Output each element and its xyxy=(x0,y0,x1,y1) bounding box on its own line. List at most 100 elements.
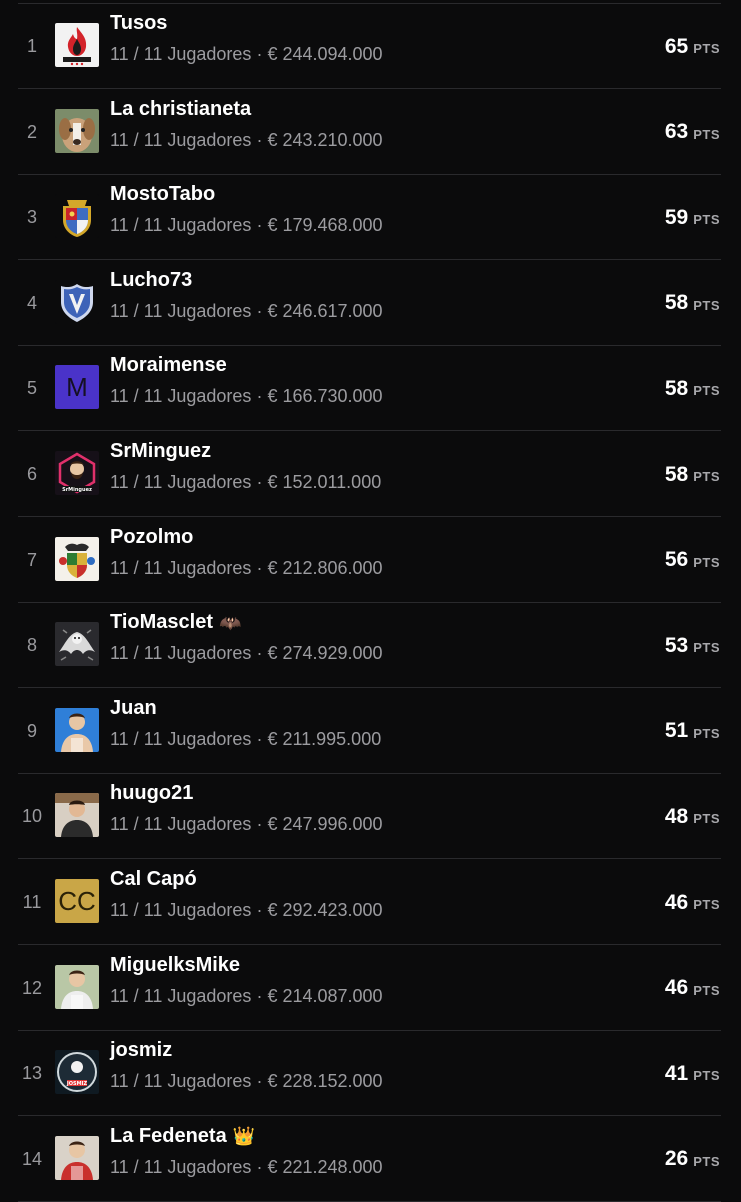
points-value: 59 xyxy=(664,205,689,229)
separator-dot: · xyxy=(251,1071,268,1092)
standings-row[interactable]: 12 MiguelksMike 11 / 11 Jugadores · € 21… xyxy=(0,946,741,1031)
svg-text:JOSMIZ: JOSMIZ xyxy=(66,1081,88,1087)
team-name-text: MiguelksMike xyxy=(110,953,241,976)
standings-row[interactable]: 13 JOSMIZ josmiz 11 / 11 Jugadores · € 2… xyxy=(0,1031,741,1117)
team-name[interactable]: La Fedeneta 👑 xyxy=(110,1125,255,1148)
team-name-text: MostoTabo xyxy=(110,183,216,206)
team-avatar: M xyxy=(55,365,99,410)
rank-number: 8 xyxy=(26,635,37,656)
team-name[interactable]: La christianeta xyxy=(110,98,251,121)
separator-dot: · xyxy=(251,300,268,321)
team-meta: 11 / 11 Jugadores · € 221.248.000 xyxy=(110,1157,383,1178)
standings-row[interactable]: 10 huugo21 11 / 11 Jugadores · € 247.996… xyxy=(0,774,741,860)
standings-row[interactable]: 14 La Fedeneta 👑 11 / 11 Jugadores · € 2… xyxy=(0,1117,741,1202)
standings-row[interactable]: 8 TioMasclet 🦇 11 / 11 Jugadores · € 274… xyxy=(0,603,741,689)
players-count: 11 / 11 Jugadores xyxy=(110,985,252,1006)
team-name[interactable]: huugo21 xyxy=(110,782,193,805)
team-avatar xyxy=(55,793,99,838)
players-count: 11 / 11 Jugadores xyxy=(110,386,252,407)
team-value: € 274.929.000 xyxy=(267,643,383,664)
team-name[interactable]: josmiz xyxy=(110,1039,172,1062)
neon-portrait-icon: SrMinguez xyxy=(55,451,99,495)
separator-dot: · xyxy=(251,900,268,920)
standings-row[interactable]: 1 Tusos 11 / 11 Jugadores · € 244.094.00… xyxy=(0,3,741,89)
team-points: 48 PTS xyxy=(665,774,720,859)
team-meta: 11 / 11 Jugadores · € 212.806.000 xyxy=(110,558,383,579)
team-name[interactable]: Pozolmo xyxy=(110,526,193,549)
team-name[interactable]: Moraimense xyxy=(110,354,227,377)
team-points: 46 PTS xyxy=(665,946,720,1031)
team-meta: 11 / 11 Jugadores · € 274.929.000 xyxy=(110,643,383,664)
flame-crest-icon xyxy=(55,23,99,67)
standings-row[interactable]: 11 CC Cal Capó 11 / 11 Jugadores · € 292… xyxy=(0,860,741,945)
svg-text:SrMinguez: SrMinguez xyxy=(62,487,92,493)
points-value: 26 xyxy=(664,1147,689,1171)
standings-row[interactable]: 5 M Moraimense 11 / 11 Jugadores · € 166… xyxy=(0,346,741,432)
team-name[interactable]: Juan xyxy=(110,697,157,720)
points-unit: PTS xyxy=(693,126,720,142)
club-badge-icon: JOSMIZ xyxy=(55,1050,99,1095)
separator-dot: · xyxy=(251,557,268,578)
team-name[interactable]: MostoTabo xyxy=(110,183,215,206)
team-name-text: Pozolmo xyxy=(110,525,194,548)
team-name[interactable]: SrMinguez xyxy=(110,440,211,463)
team-name[interactable]: TioMasclet 🦇 xyxy=(110,611,241,634)
team-meta: 11 / 11 Jugadores · € 214.087.000 xyxy=(110,986,383,1007)
team-avatar xyxy=(55,964,99,1009)
points-unit: PTS xyxy=(693,297,720,313)
standings-row[interactable]: 9 Juan 11 / 11 Jugadores · € 211.995.000… xyxy=(0,689,741,774)
team-points: 51 PTS xyxy=(665,689,720,774)
standings-row[interactable]: 4 Lucho73 11 / 11 Jugadores · € 246.617.… xyxy=(0,261,741,346)
team-meta: 11 / 11 Jugadores · € 228.152.000 xyxy=(110,1071,383,1092)
team-badge-icon: 👑 xyxy=(232,1126,256,1147)
team-points: 58 PTS xyxy=(665,346,720,431)
rank-number: 13 xyxy=(21,1063,43,1084)
team-points: 56 PTS xyxy=(665,518,720,603)
points-value: 63 xyxy=(664,120,689,144)
team-meta: 11 / 11 Jugadores · € 246.617.000 xyxy=(110,301,383,322)
dog-photo-icon xyxy=(55,108,99,153)
rank-number: 7 xyxy=(26,549,37,570)
standings-row[interactable]: 2 La christianeta 11 / 11 Jugadores · € … xyxy=(0,90,741,175)
person-photo-icon xyxy=(55,793,99,838)
separator-dot: · xyxy=(251,728,268,749)
points-unit: PTS xyxy=(693,41,720,56)
players-count: 11 / 11 Jugadores xyxy=(110,814,252,835)
standings-row[interactable]: 7 Pozolmo 11 / 11 Jugadores · € 212.806.… xyxy=(0,518,741,603)
team-avatar: CC xyxy=(55,879,99,923)
player-photo-icon xyxy=(55,707,99,752)
team-name-text: La Fedeneta xyxy=(110,1124,227,1147)
points-value: 46 xyxy=(664,890,689,914)
team-avatar: JOSMIZ xyxy=(55,1050,99,1095)
team-points: 59 PTS xyxy=(665,175,720,260)
points-value: 51 xyxy=(664,719,689,743)
team-name[interactable]: Tusos xyxy=(110,12,167,35)
team-avatar: SrMinguez xyxy=(55,451,99,495)
team-meta: 11 / 11 Jugadores · € 211.995.000 xyxy=(110,729,381,750)
team-name[interactable]: Lucho73 xyxy=(110,269,192,292)
rank-number: 14 xyxy=(21,1148,43,1169)
bat-emblem-icon xyxy=(55,622,99,667)
points-value: 58 xyxy=(664,376,689,400)
standings-list: 1 Tusos 11 / 11 Jugadores · € 244.094.00… xyxy=(0,0,741,1202)
players-count: 11 / 11 Jugadores xyxy=(110,1071,252,1092)
rank-number: 4 xyxy=(26,292,37,313)
standings-row[interactable]: 3 MostoTabo 11 / 11 Jugadores · € 179.46… xyxy=(0,175,741,261)
team-value: € 179.468.000 xyxy=(267,215,383,236)
team-name[interactable]: Cal Capó xyxy=(110,868,197,891)
team-name-text: SrMinguez xyxy=(110,440,212,462)
team-name[interactable]: MiguelksMike xyxy=(110,954,240,977)
team-name-text: La christianeta xyxy=(110,97,252,120)
rank-number: 11 xyxy=(22,892,42,912)
team-value: € 246.617.000 xyxy=(267,300,383,321)
standings-row[interactable]: 6 SrMinguez SrMinguez 11 / 11 Jugadores … xyxy=(0,432,741,517)
players-count: 11 / 11 Jugadores xyxy=(110,643,252,664)
team-value: € 247.996.000 xyxy=(267,814,383,835)
team-value: € 228.152.000 xyxy=(267,1071,383,1092)
player-photo-icon xyxy=(55,964,99,1009)
rank-number: 9 xyxy=(26,720,37,741)
avatar-initials: M xyxy=(66,371,88,402)
team-meta: 11 / 11 Jugadores · € 244.094.000 xyxy=(110,44,383,65)
team-avatar xyxy=(55,536,99,581)
separator-dot: · xyxy=(251,215,268,236)
